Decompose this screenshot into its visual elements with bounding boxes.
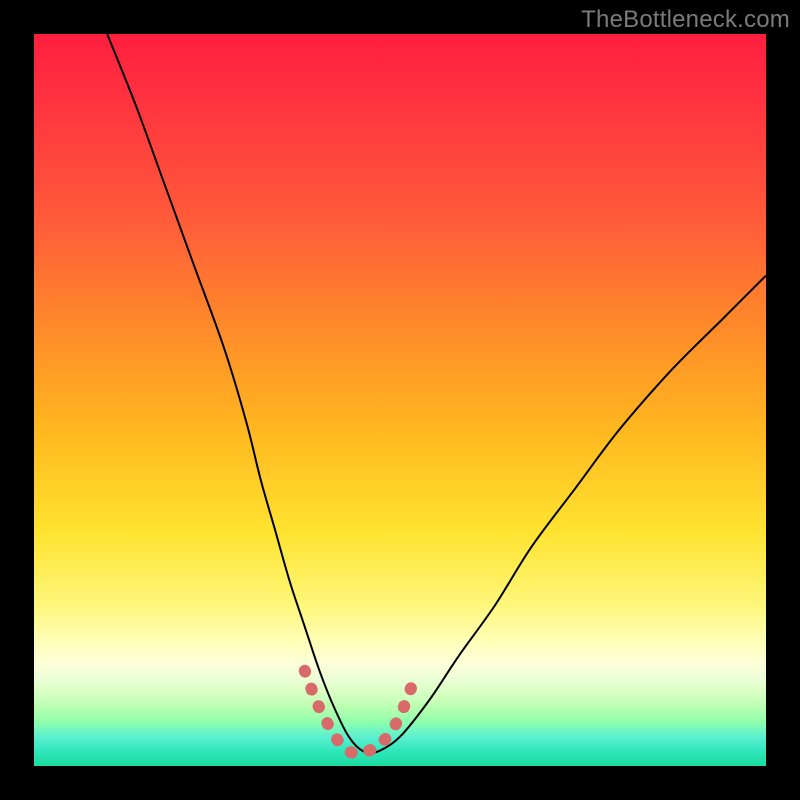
plot-area — [34, 34, 766, 766]
chart-frame: TheBottleneck.com — [0, 0, 800, 800]
watermark-text: TheBottleneck.com — [581, 6, 790, 34]
highlight-bottom — [305, 671, 415, 753]
bottleneck-curve — [107, 34, 766, 753]
plot-svg — [34, 34, 766, 766]
